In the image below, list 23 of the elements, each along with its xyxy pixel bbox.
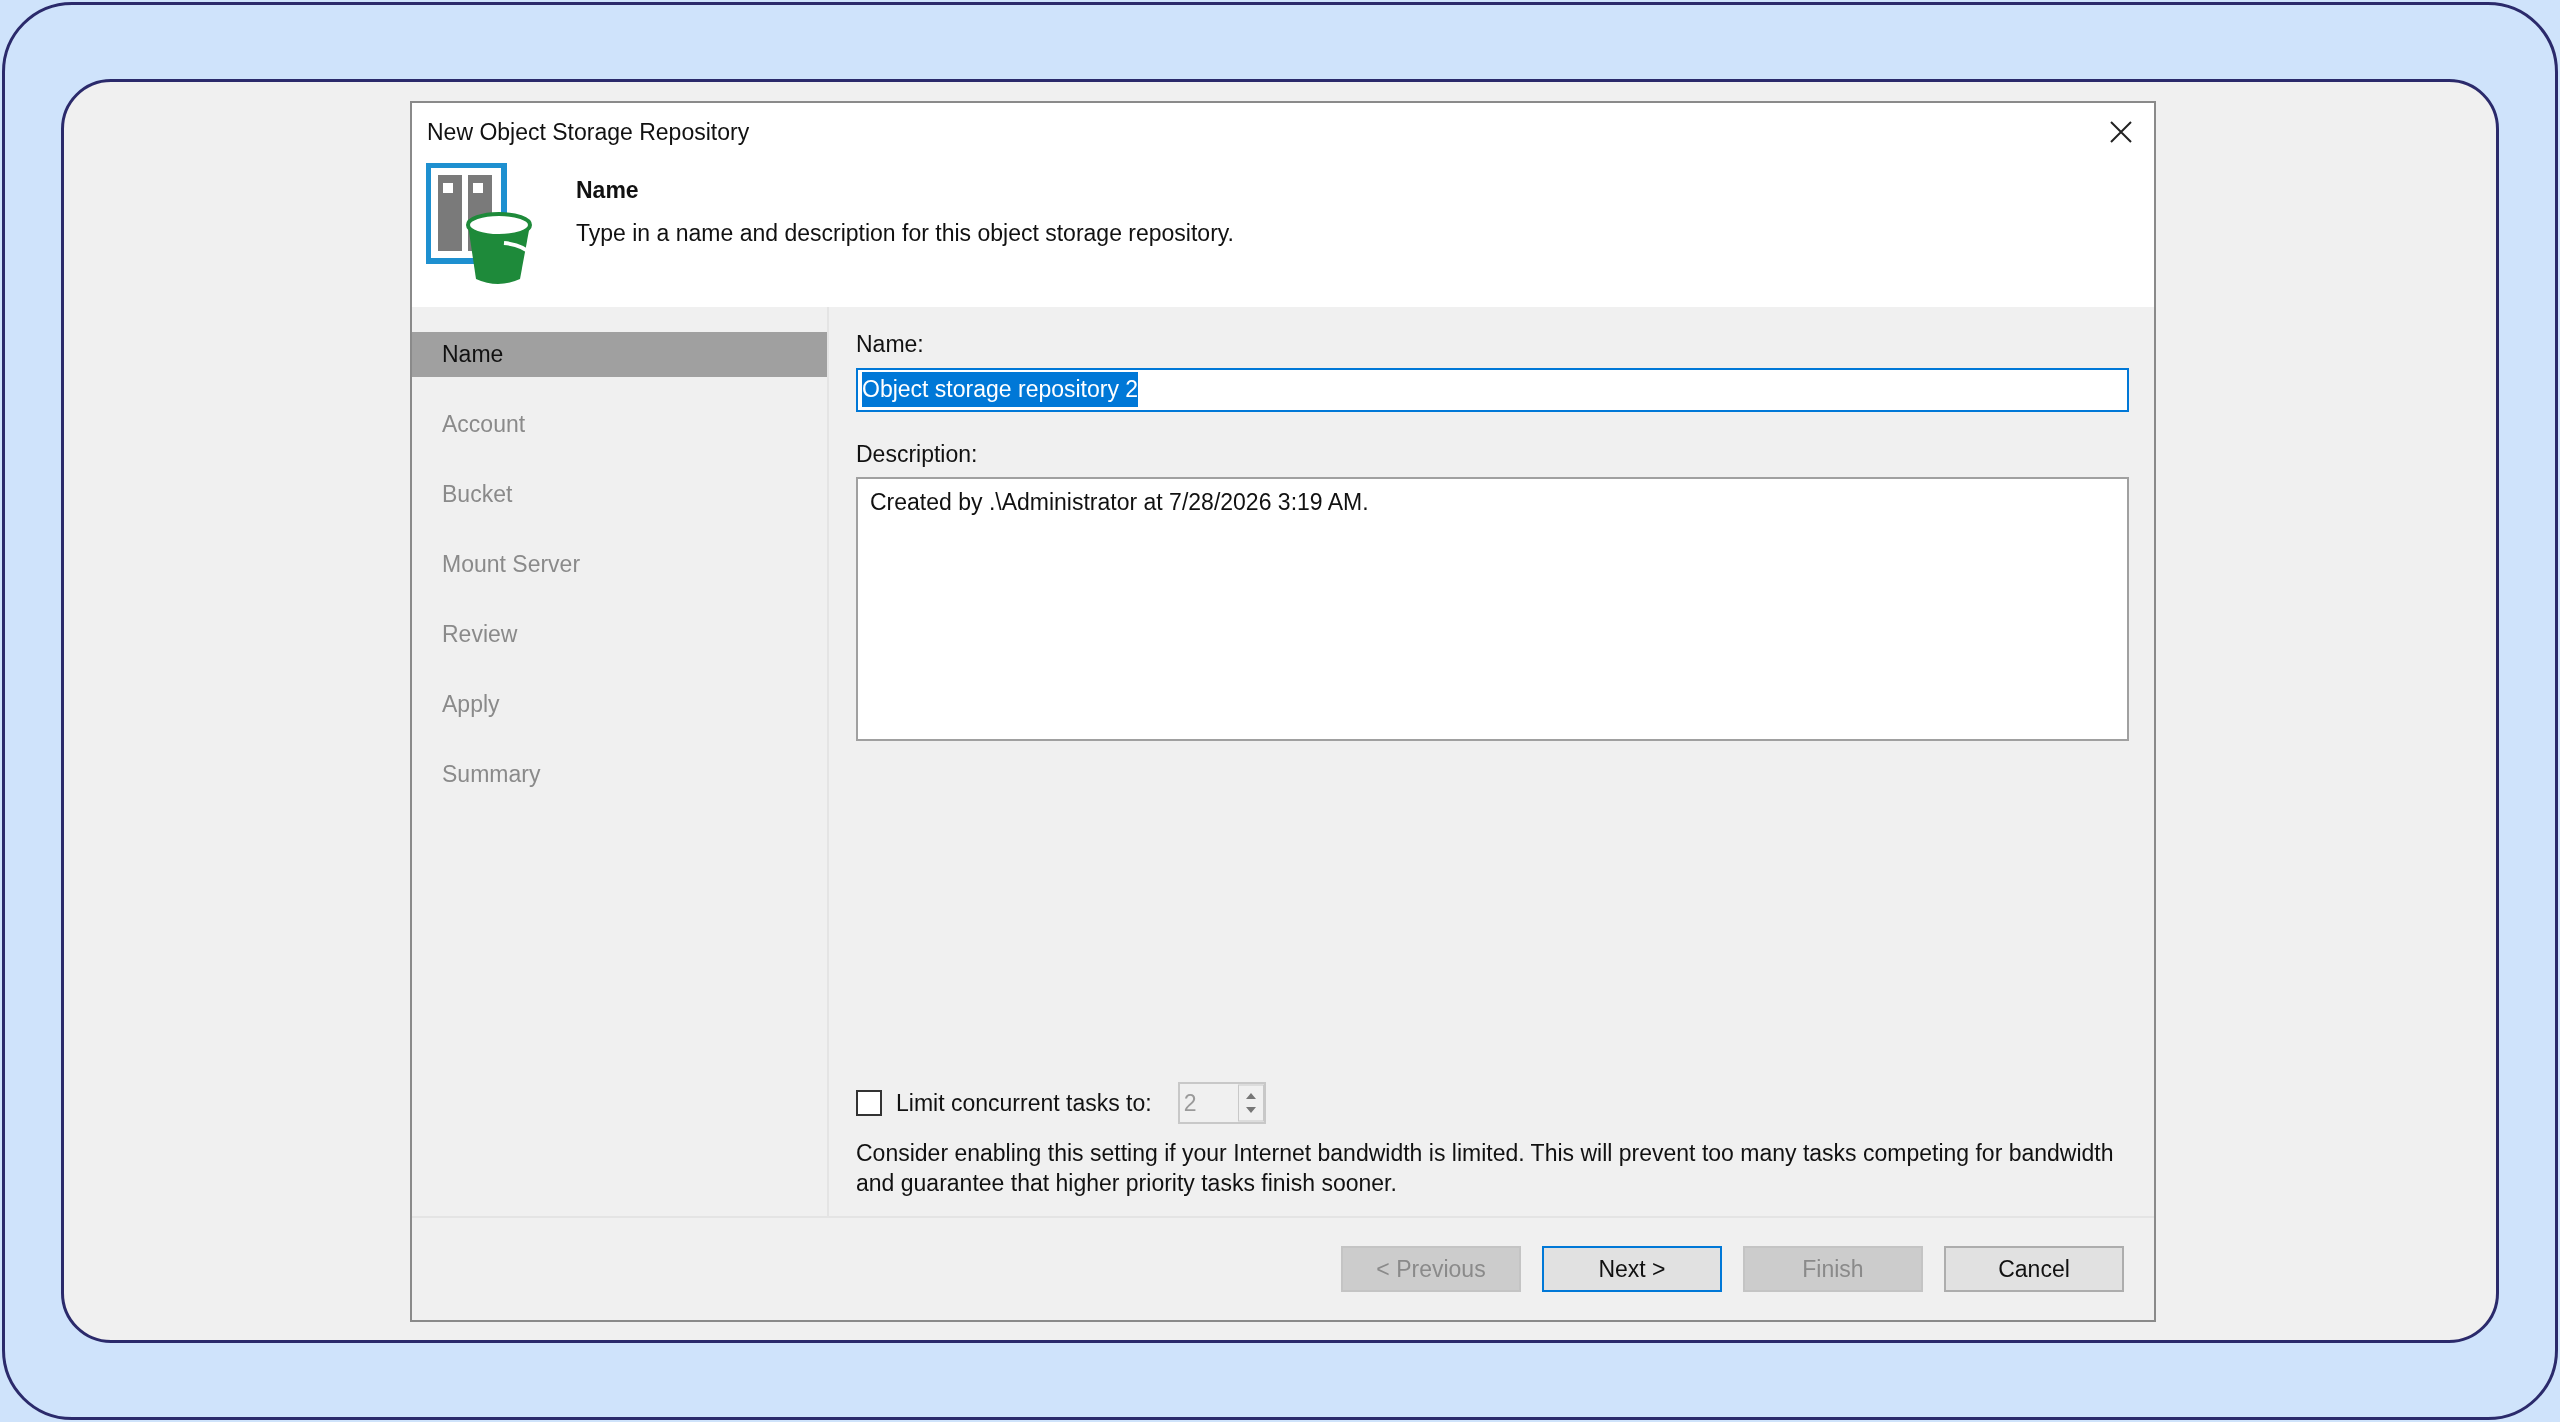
step-item[interactable]: Account xyxy=(412,402,827,447)
wizard-button[interactable]: Next > xyxy=(1542,1246,1722,1292)
page-subtitle: Type in a name and description for this object storage repository. xyxy=(576,218,1234,248)
name-input-field[interactable]: Object storage repository 2 xyxy=(856,367,2129,412)
window-title: New Object Storage Repository xyxy=(427,117,750,147)
step-item[interactable]: Mount Server xyxy=(412,542,827,587)
field-label: Name: xyxy=(856,330,925,359)
page-heading: Name xyxy=(576,176,640,205)
field-label: Description: xyxy=(856,439,979,469)
wizard-button[interactable]: Cancel xyxy=(1944,1246,2124,1292)
spinner-value: 2 xyxy=(1183,1088,1197,1118)
step-item[interactable]: Apply xyxy=(412,682,827,727)
step-item[interactable]: Name xyxy=(412,332,827,377)
step-item[interactable]: Bucket xyxy=(412,472,827,517)
spinner-arrows-icon xyxy=(1237,1084,1264,1122)
description-textarea[interactable]: Created by .\Administrator at 7/28/2026 3:19 AM. xyxy=(856,477,2129,741)
input-value: Object storage repository 2 xyxy=(862,372,1139,407)
close-icon xyxy=(2109,120,2133,144)
step-item[interactable]: Review xyxy=(412,612,827,657)
hint-text: Consider enabling this setting if your Internet bandwidth is limited. This will prevent too many tasks competing for bandwidth and guarantee that higher priority tasks finish sooner. xyxy=(856,1139,2115,1198)
textarea-value: Created by .\Administrator at 7/28/2026 3:19 AM. xyxy=(870,489,1369,515)
checkbox-label: Limit concurrent tasks to: xyxy=(896,1088,1152,1118)
step-item[interactable]: Summary xyxy=(412,752,827,797)
